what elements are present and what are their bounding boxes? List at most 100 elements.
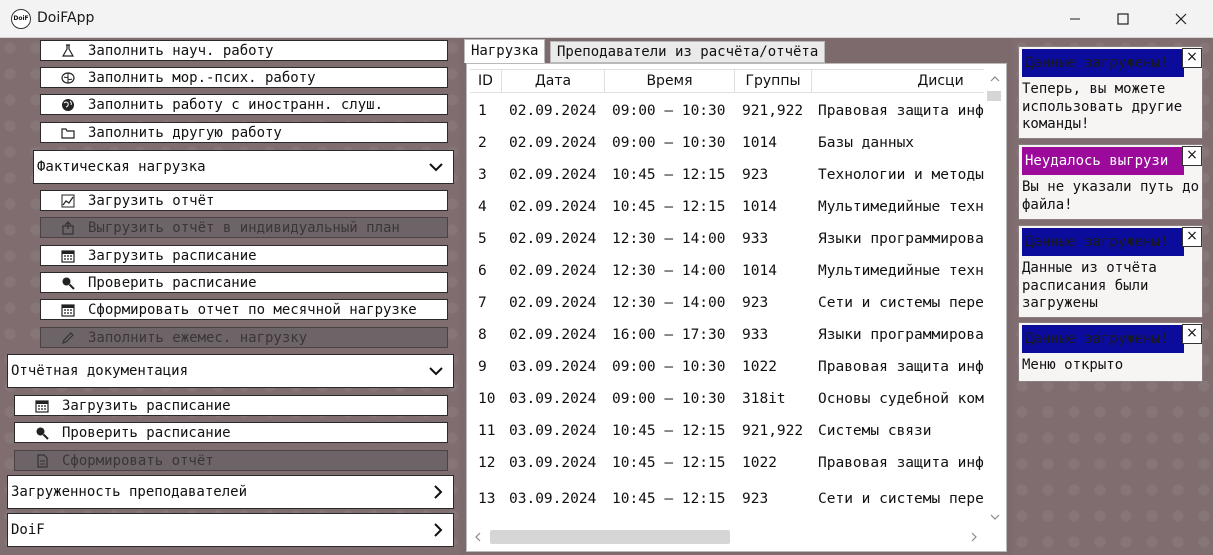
section-teacher-load-button[interactable]: Загруженность преподавателей	[7, 475, 454, 509]
table-row[interactable]: 13 03.09.2024 10:45 – 12:15 923 Сети и систе…	[467, 483, 987, 515]
menu-fill-other-work-button[interactable]: Заполнить другую работу	[40, 122, 448, 143]
cell-time: 16:00 – 17:30	[612, 327, 726, 343]
pencil-icon	[60, 330, 76, 346]
column-header-discipline[interactable]: Дисци	[812, 70, 1006, 92]
section-doif-button[interactable]: DoiF	[7, 513, 454, 547]
table-row[interactable]: 1 02.09.2024 09:00 – 10:30 921,922 Правовая …	[467, 95, 987, 127]
cell-id: 2	[478, 135, 487, 151]
magnifier-icon	[60, 275, 76, 291]
cell-date: 03.09.2024	[509, 491, 597, 507]
table-row[interactable]: 6 02.09.2024 12:30 – 14:00 1014 Мультимедийн…	[467, 255, 987, 287]
column-header-date[interactable]: Дата	[502, 70, 605, 92]
section-label: DoiF	[11, 522, 45, 538]
menu-monthly-report-button[interactable]: Сформировать отчет по месячной нагрузке	[40, 299, 448, 320]
cell-time: 09:00 – 10:30	[612, 391, 726, 407]
notification-body: Меню открыто	[1022, 357, 1124, 373]
menu-upload-schedule-button[interactable]: Загрузить расписание	[40, 245, 448, 266]
window-title: DoiFApp	[37, 10, 95, 26]
menu-fill-foreign-students-work-button[interactable]: Заполнить работу с иностранн. слуш.	[40, 94, 448, 115]
notification-body: Данные из отчёта расписания были загруже…	[1022, 260, 1157, 311]
cell-groups: 318it	[742, 391, 786, 407]
section-reporting-docs-toggle[interactable]: Отчётная документация	[7, 354, 454, 388]
cell-discipline: Языки программирова	[818, 231, 984, 247]
chevron-right-icon	[434, 523, 443, 537]
menu-item-label: Заполнить другую работу	[88, 124, 282, 141]
minimize-button[interactable]	[1052, 0, 1098, 38]
horizontal-scrollbar[interactable]	[470, 525, 984, 549]
cell-date: 02.09.2024	[509, 103, 597, 119]
cell-discipline: Правовая защита инф	[818, 103, 984, 119]
table-row[interactable]: 10 03.09.2024 09:00 – 10:30 318it Основы суд…	[467, 383, 987, 415]
cell-date: 02.09.2024	[509, 295, 597, 311]
cell-groups: 923	[742, 491, 769, 507]
menu-item-label: Заполнить науч. работу	[88, 42, 274, 59]
column-header-groups[interactable]: Группы	[735, 70, 812, 92]
cell-time: 10:45 – 12:15	[612, 423, 726, 439]
menu-upload-report-button[interactable]: Загрузить отчёт	[40, 190, 448, 211]
scroll-down-icon	[990, 514, 1000, 520]
cell-discipline: Правовая защита инф	[818, 359, 984, 375]
section-label: Загруженность преподавателей	[11, 484, 248, 500]
cell-groups: 1014	[742, 263, 777, 279]
title-bar: DoiF DoiFApp	[0, 0, 1213, 38]
tab-teachers-from-report[interactable]: Преподаватели из расчёта/отчёта	[550, 41, 826, 63]
minimize-icon	[1070, 18, 1080, 20]
table-row[interactable]: 4 02.09.2024 10:45 – 12:15 1014 Мультимедийн…	[467, 191, 987, 223]
notification-close-button[interactable]: ×	[1182, 324, 1202, 344]
close-window-button[interactable]	[1158, 0, 1204, 38]
section-actual-load-toggle[interactable]: Фактическая нагрузка	[33, 150, 454, 184]
cell-time: 12:30 – 14:00	[612, 263, 726, 279]
table-row[interactable]: 3 02.09.2024 10:45 – 12:15 923 Технологии и …	[467, 159, 987, 191]
table-row[interactable]: 7 02.09.2024 12:30 – 14:00 923 Сети и систем…	[467, 287, 987, 319]
menu-item-label: Заполнить работу с иностранн. слуш.	[88, 96, 384, 113]
cell-id: 7	[478, 295, 487, 311]
cell-date: 03.09.2024	[509, 359, 597, 375]
cell-id: 4	[478, 199, 487, 215]
cell-date: 02.09.2024	[509, 135, 597, 151]
vertical-scrollbar[interactable]	[984, 69, 1006, 525]
column-header-time[interactable]: Время	[605, 70, 735, 92]
cell-date: 03.09.2024	[509, 455, 597, 471]
menu-item-label: Сформировать отчёт	[62, 452, 214, 469]
column-header-id[interactable]: ID	[470, 70, 502, 92]
globe-icon	[60, 97, 76, 113]
cell-id: 13	[478, 491, 496, 507]
maximize-icon	[1117, 13, 1129, 25]
section-label: Отчётная документация	[11, 363, 189, 379]
calendar-icon	[60, 248, 76, 264]
maximize-button[interactable]	[1100, 0, 1146, 38]
cell-id: 8	[478, 327, 487, 343]
cell-date: 03.09.2024	[509, 423, 597, 439]
cell-id: 5	[478, 231, 487, 247]
table-row[interactable]: 2 02.09.2024 09:00 – 10:30 1014 Базы данных	[467, 127, 987, 159]
notification-close-button[interactable]: ×	[1182, 48, 1202, 68]
table-row[interactable]: 8 02.09.2024 16:00 – 17:30 933 Языки програм…	[467, 319, 987, 351]
table-row[interactable]: 5 02.09.2024 12:30 – 14:00 933 Языки програм…	[467, 223, 987, 255]
table-row[interactable]: 11 03.09.2024 10:45 – 12:15 921,922 Системы …	[467, 415, 987, 447]
cell-discipline: Системы связи	[818, 423, 932, 439]
cell-date: 02.09.2024	[509, 327, 597, 343]
table-row[interactable]: 9 03.09.2024 09:00 – 10:30 1022 Правовая защ…	[467, 351, 987, 383]
menu-fill-moral-psych-work-button[interactable]: Заполнить мор.-псих. работу	[40, 67, 448, 88]
table-row[interactable]: 12 03.09.2024 10:45 – 12:15 1022 Правовая за…	[467, 447, 987, 479]
cell-time: 10:45 – 12:15	[612, 199, 726, 215]
cell-id: 1	[478, 103, 487, 119]
notification-close-button[interactable]: ×	[1182, 227, 1202, 247]
magnifier-icon	[34, 425, 50, 441]
tab-load[interactable]: Нагрузка	[464, 39, 546, 63]
vertical-scroll-thumb[interactable]	[987, 91, 1001, 101]
menu-docs-check-schedule-button[interactable]: Проверить расписание	[14, 422, 448, 443]
flask-icon	[60, 43, 76, 59]
horizontal-scroll-thumb[interactable]	[490, 530, 730, 544]
menu-docs-upload-schedule-button[interactable]: Загрузить расписание	[14, 395, 448, 416]
menu-check-schedule-button[interactable]: Проверить расписание	[40, 272, 448, 293]
menu-fill-monthly-load-button: Заполнить ежемес. нагрузку	[40, 327, 448, 348]
document-icon	[34, 453, 50, 469]
cell-groups: 923	[742, 295, 769, 311]
cell-groups: 921,922	[742, 103, 804, 119]
notification-close-button[interactable]: ×	[1182, 146, 1202, 166]
chevron-down-icon	[429, 367, 443, 376]
notification-title: Данные загружены!	[1022, 325, 1184, 353]
menu-fill-science-work-button[interactable]: Заполнить науч. работу	[40, 40, 448, 61]
cell-discipline: Правовая защита инф	[818, 455, 984, 471]
